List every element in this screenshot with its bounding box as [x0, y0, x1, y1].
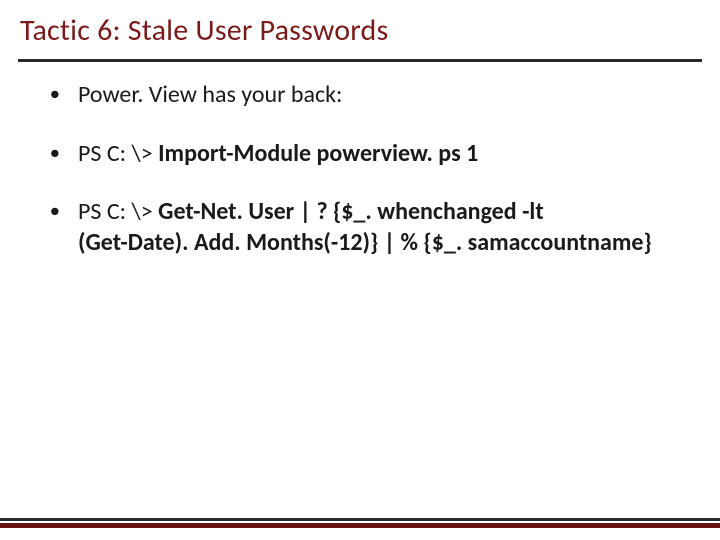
cmd2-command-line2: (Get-Date). Add. Months(-12)} | % {$_. s…: [78, 228, 652, 257]
cmd1-command: Import-Module powerview. ps 1: [158, 139, 478, 168]
bullet-cmd2: PS C: \> Get-Net. User | ? {$_. whenchan…: [50, 197, 680, 258]
footer-divider: [0, 518, 720, 528]
bullet-cmd1: PS C: \> Import-Module powerview. ps 1: [50, 139, 680, 170]
cmd2-command-line1: Get-Net. User | ? {$_. whenchanged -lt: [158, 197, 543, 226]
cmd1-prefix: PS C: \>: [78, 139, 158, 168]
content-area: Power. View has your back: PS C: \> Impo…: [0, 62, 720, 540]
slide: Tactic 6: Stale User Passwords Power. Vi…: [0, 0, 720, 540]
bullet-list: Power. View has your back: PS C: \> Impo…: [50, 80, 680, 259]
slide-title: Tactic 6: Stale User Passwords: [20, 12, 700, 49]
title-area: Tactic 6: Stale User Passwords: [0, 0, 720, 55]
bullet-intro-text: Power. View has your back:: [78, 80, 342, 109]
bullet-intro: Power. View has your back:: [50, 80, 680, 111]
cmd2-prefix: PS C: \>: [78, 197, 158, 226]
